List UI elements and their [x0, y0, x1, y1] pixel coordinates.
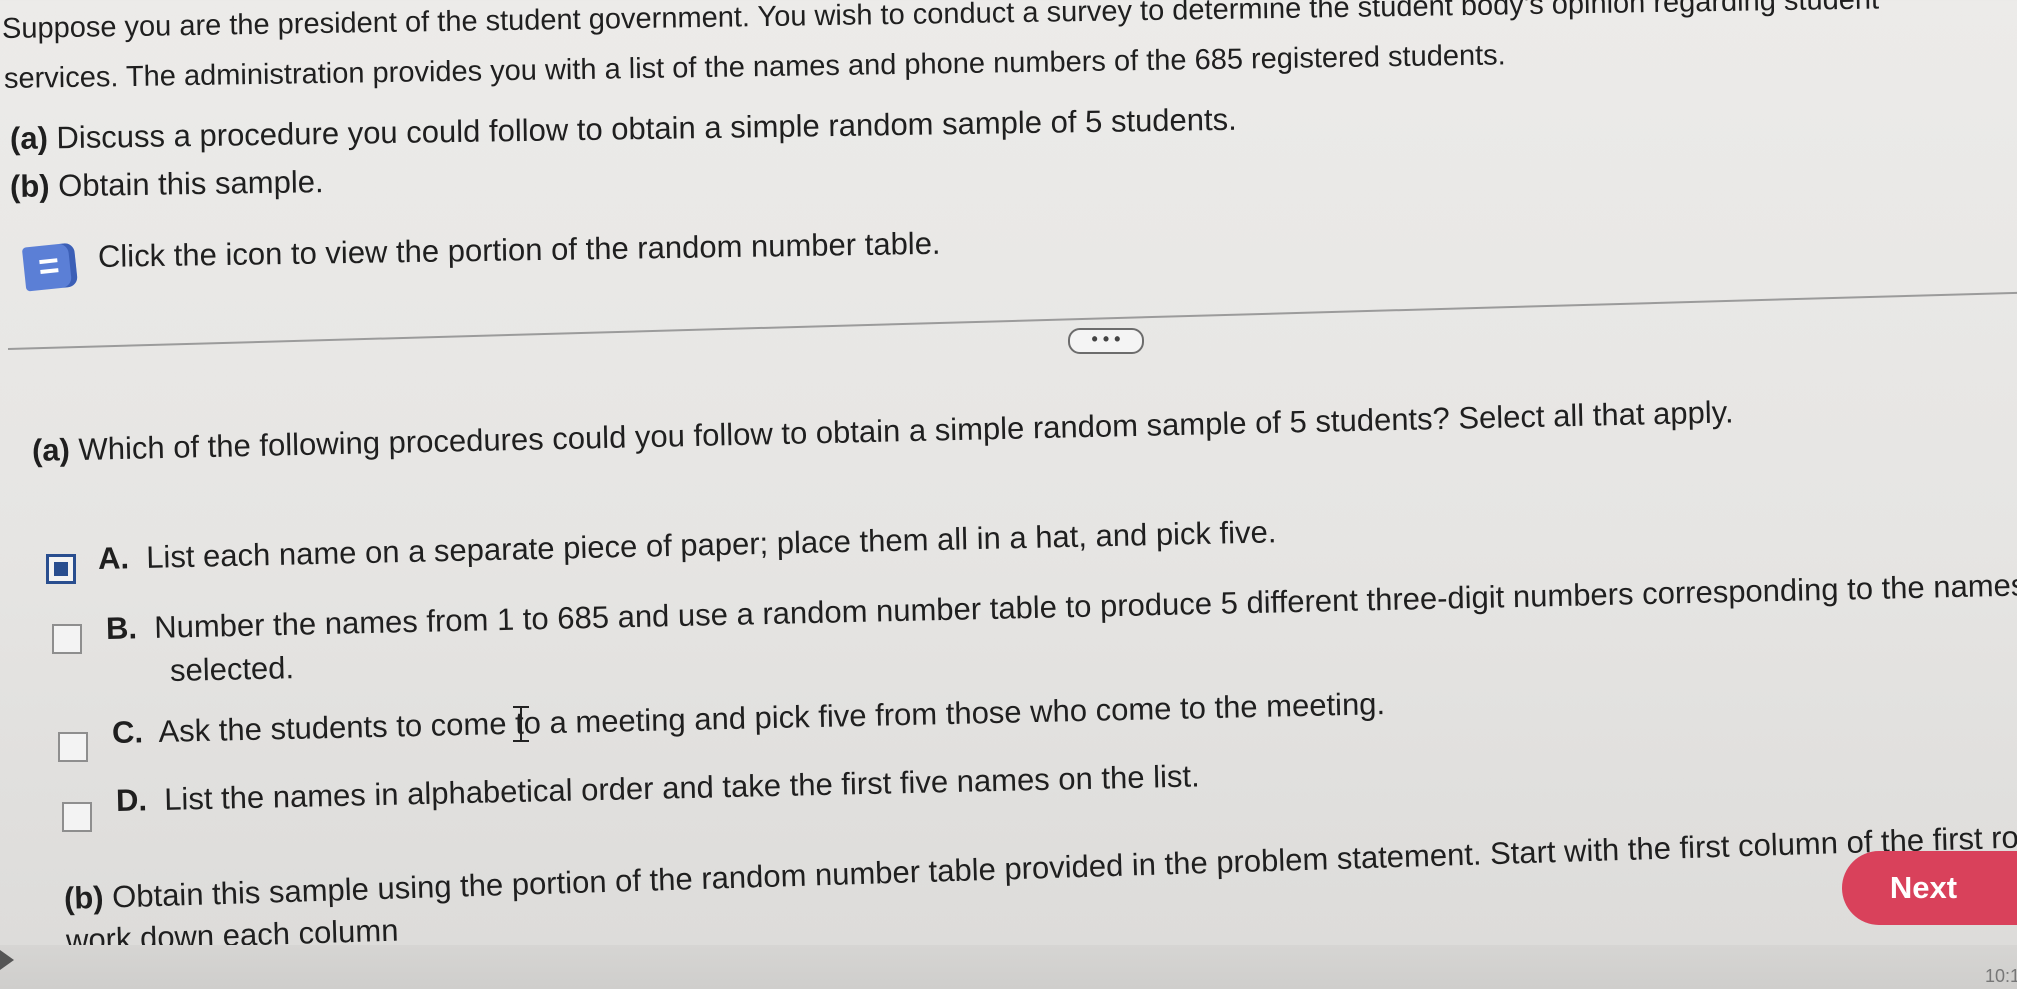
option-a-letter: A. [97, 540, 130, 576]
status-time: 10:1 [1985, 966, 2017, 986]
part-b-label: (b) [9, 168, 50, 204]
corner-arrow-icon [0, 950, 14, 970]
question-a-text: Which of the following procedures could … [78, 394, 1734, 467]
part-a-text: Discuss a procedure you could follow to … [56, 101, 1237, 156]
question-b: (b) Obtain this sample using the portion… [63, 816, 2017, 918]
bottom-bar [0, 945, 2017, 989]
option-c-checkbox[interactable] [58, 732, 88, 762]
option-c[interactable]: C. Ask the students to come to a meeting… [112, 685, 1386, 752]
option-b[interactable]: B. Number the names from 1 to 685 and us… [106, 566, 2017, 648]
text-cursor-icon [513, 706, 529, 742]
part-a-label: (a) [9, 120, 49, 156]
option-d-letter: D. [115, 782, 148, 818]
question-a-label: (a) [31, 432, 71, 468]
part-b-text: Obtain this sample. [57, 164, 324, 204]
option-a-text: List each name on a separate piece of pa… [145, 514, 1277, 575]
more-options-button[interactable]: • • • [1068, 328, 1144, 354]
book-icon[interactable] [21, 242, 79, 292]
option-d[interactable]: D. List the names in alphabetical order … [116, 757, 1200, 820]
random-table-prompt[interactable]: Click the icon to view the portion of th… [98, 225, 941, 276]
part-b-statement: (b) Obtain this sample. [10, 163, 324, 206]
question-b-text-line1: Obtain this sample using the portion of … [111, 816, 2017, 915]
option-d-checkbox[interactable] [62, 802, 92, 832]
option-b-checkbox[interactable] [52, 624, 82, 654]
option-d-text: List the names in alphabetical order and… [163, 758, 1200, 817]
problem-line-2: services. The administration provides yo… [3, 39, 1506, 95]
option-c-letter: C. [111, 714, 144, 750]
question-a: (a) Which of the following procedures co… [32, 393, 1734, 470]
option-b-letter: B. [105, 610, 138, 646]
next-button[interactable]: Next [1842, 851, 2017, 925]
option-b-text-line2[interactable]: selected. [170, 649, 295, 690]
section-divider [7, 291, 2017, 350]
option-b-text-line1: Number the names from 1 to 685 and use a… [153, 567, 2017, 645]
part-a-statement: (a) Discuss a procedure you could follow… [10, 101, 1237, 158]
problem-line-1: Suppose you are the president of the stu… [1, 0, 1880, 45]
option-c-text: Ask the students to come to a meeting an… [158, 686, 1386, 749]
question-b-label: (b) [63, 879, 105, 916]
option-a-checkbox[interactable] [46, 554, 76, 584]
option-a[interactable]: A. List each name on a separate piece of… [98, 513, 1277, 578]
